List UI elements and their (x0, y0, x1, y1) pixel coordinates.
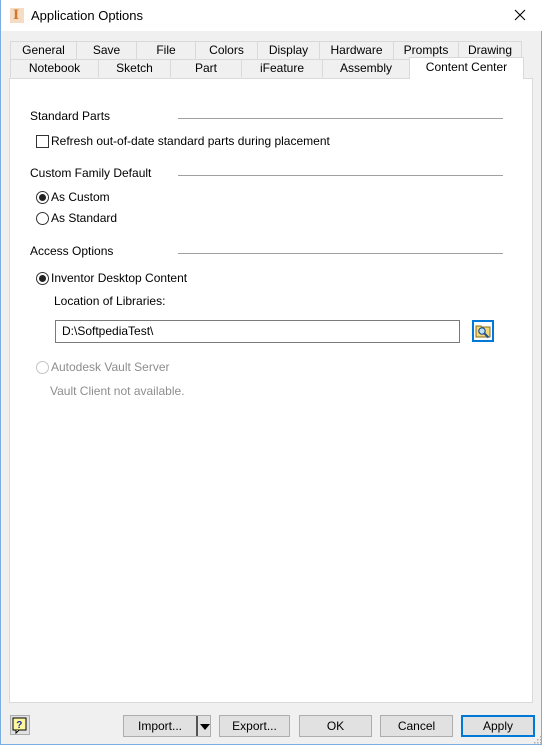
access-options-heading: Access Options (30, 244, 114, 258)
inventor-desktop-content-radio[interactable] (36, 272, 49, 285)
tab-notebook[interactable]: Notebook (10, 59, 99, 77)
svg-text:?: ? (16, 720, 22, 731)
autodesk-vault-server-label: Autodesk Vault Server (51, 360, 170, 374)
application-options-window: I Application Options General Save File … (0, 0, 542, 745)
location-of-libraries-label: Location of Libraries: (54, 294, 166, 308)
as-custom-radio[interactable] (36, 191, 49, 204)
as-standard-radio[interactable] (36, 212, 49, 225)
tab-save[interactable]: Save (76, 41, 137, 59)
tab-assembly[interactable]: Assembly (322, 59, 410, 77)
tab-colors[interactable]: Colors (195, 41, 258, 59)
tab-content-center[interactable]: Content Center (409, 57, 524, 79)
apply-button[interactable]: Apply (461, 715, 535, 737)
cancel-button[interactable]: Cancel (380, 715, 453, 737)
as-custom-label[interactable]: As Custom (51, 190, 110, 204)
import-button-label[interactable]: Import... (124, 716, 196, 736)
as-standard-label[interactable]: As Standard (51, 211, 117, 225)
standard-parts-divider (178, 118, 503, 119)
tab-part[interactable]: Part (170, 59, 242, 77)
content-center-panel: Standard Parts Refresh out-of-date stand… (9, 78, 533, 703)
inventor-desktop-content-label[interactable]: Inventor Desktop Content (51, 271, 187, 285)
tab-sketch[interactable]: Sketch (98, 59, 171, 77)
resize-grip-icon[interactable] (532, 734, 542, 744)
vault-client-note: Vault Client not available. (50, 384, 185, 398)
custom-family-default-divider (178, 175, 503, 176)
import-split-button[interactable]: Import... (123, 715, 211, 737)
export-button[interactable]: Export... (219, 715, 290, 737)
tab-ifeature[interactable]: iFeature (241, 59, 323, 77)
tab-general[interactable]: General (10, 41, 77, 59)
title-bar[interactable]: I Application Options (1, 0, 542, 31)
close-button[interactable] (497, 0, 542, 31)
tab-hardware[interactable]: Hardware (319, 41, 394, 59)
import-dropdown-arrow-icon[interactable] (196, 716, 210, 736)
standard-parts-heading: Standard Parts (30, 109, 111, 123)
help-button[interactable]: ? (10, 715, 30, 735)
dialog-footer: ? Import... Export... OK Cancel Apply (1, 705, 542, 745)
tab-row-2: Notebook Sketch Part iFeature Assembly C… (10, 57, 535, 79)
tab-display[interactable]: Display (257, 41, 320, 59)
autodesk-vault-server-radio[interactable] (36, 361, 49, 374)
inventor-app-icon: I (10, 8, 24, 23)
close-icon (514, 9, 526, 21)
browse-location-button[interactable] (472, 320, 494, 342)
folder-search-icon (475, 325, 491, 339)
refresh-standard-parts-label[interactable]: Refresh out-of-date standard parts durin… (51, 134, 330, 148)
access-options-divider (178, 253, 503, 254)
tab-file[interactable]: File (136, 41, 196, 59)
window-title: Application Options (31, 8, 144, 23)
refresh-standard-parts-checkbox[interactable] (36, 135, 49, 148)
ok-button[interactable]: OK (299, 715, 372, 737)
custom-family-default-heading: Custom Family Default (30, 166, 152, 180)
library-location-input[interactable]: D:\SoftpediaTest\ (55, 320, 460, 343)
help-icon: ? (12, 717, 27, 735)
